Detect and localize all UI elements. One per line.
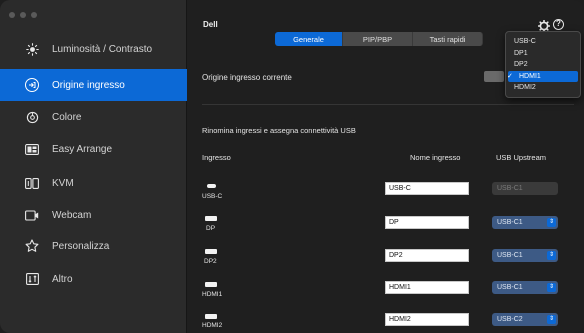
easy-arrange-icon — [25, 142, 39, 156]
hdmi-port-icon — [202, 282, 220, 287]
port-label: DP2 — [204, 258, 217, 265]
usb-upstream-select[interactable]: USB-C2 ⇕ — [492, 313, 558, 326]
port-label: HDMI2 — [202, 322, 223, 329]
input-source-dropdown-menu: USB-C DP1 DP2 ✓ HDMI1 HDMI2 — [505, 31, 581, 98]
input-name-field[interactable]: HDMI2 — [385, 313, 469, 326]
sidebar: Luminosità / Contrasto Origine ingresso … — [0, 0, 187, 333]
usb-upstream-select[interactable]: USB-C1 ⇕ — [492, 249, 558, 262]
chevron-updown-icon: ⇕ — [547, 218, 556, 227]
star-icon — [25, 239, 39, 253]
sidebar-item-label: Luminosità / Contrasto — [52, 43, 153, 55]
table-row: DP DP USB-C1 ⇕ — [188, 215, 584, 239]
window-controls — [9, 12, 37, 18]
usb-upstream-select[interactable]: USB-C1 ⇕ — [492, 216, 558, 229]
menu-item-dp2[interactable]: DP2 — [506, 59, 580, 71]
minimize-window-button[interactable] — [20, 12, 26, 18]
table-row: HDMI1 HDMI1 USB-C1 ⇕ — [188, 280, 584, 304]
input-name-field[interactable]: HDMI1 — [385, 281, 469, 294]
hdmi-port-icon — [202, 314, 220, 319]
displayport-icon — [202, 216, 220, 221]
gear-icon[interactable] — [537, 19, 551, 33]
sidebar-item-other[interactable]: Altro — [0, 263, 187, 295]
sidebar-item-color[interactable]: Colore — [0, 101, 187, 133]
column-header-input: Ingresso — [202, 153, 231, 162]
divider — [202, 104, 574, 105]
port-label: DP — [206, 225, 216, 232]
table-row: DP2 DP2 USB-C1 ⇕ — [188, 247, 584, 271]
sidebar-item-label: Personalizza — [52, 240, 110, 252]
sidebar-item-label: Altro — [52, 273, 73, 285]
tab-bar: Generale PIP/PBP Tasti rapidi — [275, 32, 483, 46]
input-name-field[interactable]: DP — [385, 216, 469, 229]
chevron-updown-icon: ⇕ — [547, 283, 556, 292]
color-icon — [25, 110, 39, 124]
current-input-select[interactable] — [484, 71, 504, 82]
app-window: Luminosità / Contrasto Origine ingresso … — [0, 0, 584, 333]
displayport-icon — [202, 249, 220, 254]
column-header-name: Nome ingresso — [410, 153, 461, 162]
usb-upstream-value: USB-C1 — [497, 252, 523, 259]
sidebar-item-personalize[interactable]: Personalizza — [0, 230, 187, 262]
menu-item-usb-c[interactable]: USB-C — [506, 36, 580, 48]
input-source-icon — [25, 78, 39, 92]
usb-upstream-select[interactable]: USB-C1 ⇕ — [492, 281, 558, 294]
chevron-updown-icon: ⇕ — [547, 315, 556, 324]
usb-upstream-select: USB-C1⌃ — [492, 182, 558, 195]
sidebar-item-kvm[interactable]: KVM — [0, 167, 187, 199]
sidebar-item-label: KVM — [52, 177, 74, 189]
sidebar-item-input-source[interactable]: Origine ingresso — [0, 69, 187, 101]
brightness-icon — [25, 42, 39, 56]
kvm-icon — [25, 176, 39, 190]
table-row: HDMI2 HDMI2 USB-C2 ⇕ — [188, 312, 584, 333]
checkmark-icon: ✓ — [507, 72, 513, 80]
menu-item-hdmi2[interactable]: HDMI2 — [506, 82, 580, 94]
port-label: HDMI1 — [202, 291, 223, 298]
menu-item-label: HDMI1 — [519, 72, 541, 80]
usb-upstream-value: USB-C2 — [497, 316, 523, 323]
usb-upstream-value: USB-C1 — [497, 185, 523, 192]
sidebar-item-brightness[interactable]: Luminosità / Contrasto — [0, 33, 187, 65]
menu-item-dp1[interactable]: DP1 — [506, 48, 580, 60]
webcam-icon — [25, 208, 39, 222]
usb-upstream-value: USB-C1 — [497, 219, 523, 226]
close-window-button[interactable] — [9, 12, 15, 18]
menu-item-hdmi1[interactable]: ✓ HDMI1 — [507, 70, 578, 82]
sidebar-item-webcam[interactable]: Webcam — [0, 199, 187, 231]
input-name-field[interactable]: USB-C — [385, 182, 469, 195]
input-name-field[interactable]: DP2 — [385, 249, 469, 262]
current-input-label: Origine ingresso corrente — [202, 73, 292, 82]
tab-pip-pbp[interactable]: PIP/PBP — [343, 32, 413, 46]
brand-label: Dell — [203, 20, 218, 29]
sidebar-item-label: Easy Arrange — [52, 143, 113, 155]
tab-shortcuts[interactable]: Tasti rapidi — [413, 32, 483, 46]
table-row: USB-C USB-C USB-C1⌃ — [188, 182, 584, 206]
sidebar-item-label: Origine ingresso — [52, 79, 125, 91]
chevron-updown-icon: ⇕ — [547, 251, 556, 260]
usb-c-port-icon — [202, 184, 220, 188]
other-icon — [25, 272, 39, 286]
zoom-window-button[interactable] — [31, 12, 37, 18]
port-label: USB-C — [202, 193, 223, 200]
sidebar-item-label: Webcam — [52, 209, 92, 221]
help-icon[interactable]: ? — [553, 19, 564, 30]
top-right-icons: ? — [537, 19, 564, 33]
sidebar-item-label: Colore — [52, 111, 82, 123]
column-header-usb: USB Upstream — [496, 153, 547, 162]
usb-upstream-value: USB-C1 — [497, 284, 523, 291]
section-title: Rinomina ingressi e assegna connettività… — [202, 126, 356, 135]
tab-general[interactable]: Generale — [275, 32, 343, 46]
sidebar-item-easy-arrange[interactable]: Easy Arrange — [0, 133, 187, 165]
